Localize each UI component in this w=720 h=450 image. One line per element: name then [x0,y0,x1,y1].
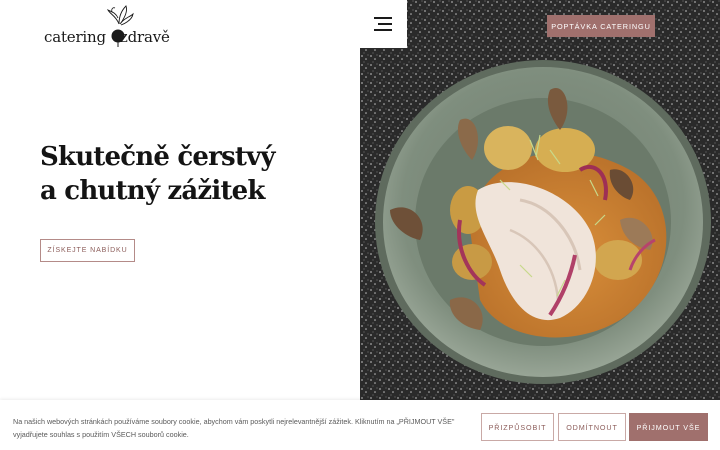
cookie-accept-all-button[interactable]: PŘIJMOUT VŠE [629,413,708,441]
logo-text: catering zdravě [44,28,170,46]
food-bowl-illustration [360,0,720,400]
cookie-notice-text: Na našich webových stránkách používáme s… [13,417,455,439]
hero-headline-line-2: a chutný zážitek [40,176,265,206]
logo-word-2: zdravě [119,28,170,46]
get-offer-button[interactable]: ZÍSKEJTE NABÍDKU [40,239,135,262]
catering-request-button[interactable]: POPTÁVKA CATERINGU [547,15,655,37]
logo-word-1: catering [44,28,106,46]
hero-image [360,0,720,400]
cookie-decline-button[interactable]: ODMÍTNOUT [558,413,626,441]
logo[interactable]: catering zdravě [44,4,184,48]
cookie-customize-button[interactable]: PŘIZPŮSOBIT [481,413,554,441]
hero-headline-line-1: Skutečně čerstvý [40,142,276,172]
menu-button[interactable] [359,0,407,48]
hero-headline: Skutečně čerstvý a chutný zážitek [40,140,340,208]
hamburger-menu-icon [374,17,392,31]
